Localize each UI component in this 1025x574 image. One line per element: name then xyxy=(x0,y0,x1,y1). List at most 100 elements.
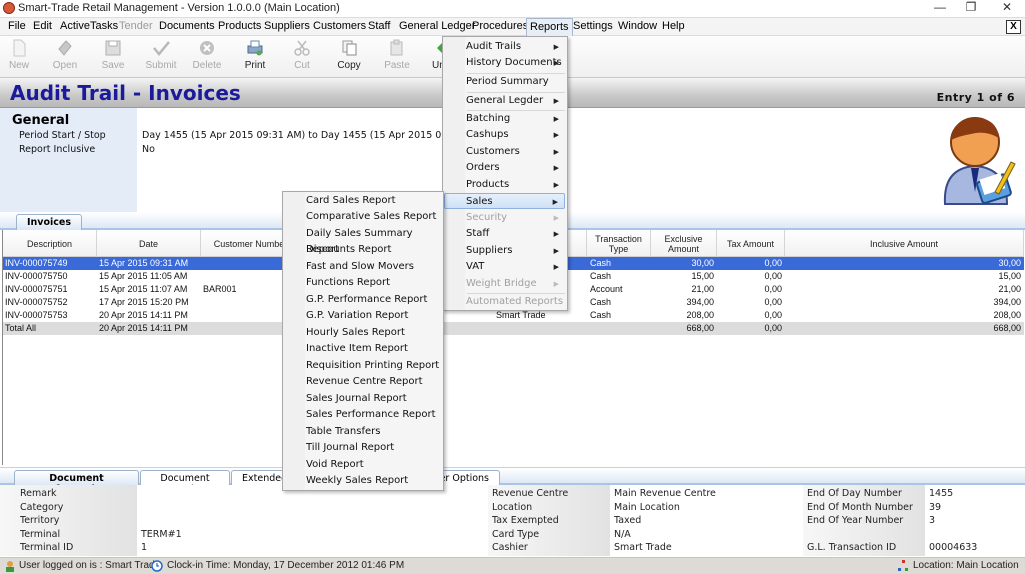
cell-description: INV-000075752 xyxy=(5,297,68,307)
menu-item-general-ledger[interactable]: General Legder ▶ xyxy=(445,93,565,109)
submenu-item-gp-variation-report[interactable]: G.P. Variation Report xyxy=(285,308,441,324)
tab-invoices[interactable]: Invoices xyxy=(16,214,83,230)
menu-item-sales[interactable]: Sales ▶ xyxy=(444,193,565,209)
cell-tax: 0,00 xyxy=(764,310,782,320)
tab-document-totals[interactable]: Document Totals xyxy=(140,470,230,495)
submenu-arrow-icon: ▶ xyxy=(553,97,559,105)
submenu-item-table-transfers[interactable]: Table Transfers xyxy=(285,424,441,440)
menu-suppliers[interactable]: Suppliers xyxy=(264,20,310,32)
menu-procedures[interactable]: Procedures xyxy=(472,20,528,32)
submenu-item-gp-performance-report[interactable]: G.P. Performance Report xyxy=(285,292,441,308)
submenu-arrow-icon: ▶ xyxy=(553,280,559,288)
clockin-time: Clock-in Time: Monday, 17 December 2012 … xyxy=(167,560,405,571)
gl-transaction-label: G.L. Transaction ID xyxy=(807,542,897,553)
total-tax: 0,00 xyxy=(764,323,782,333)
menu-file[interactable]: File xyxy=(8,20,26,32)
cut-label: Cut xyxy=(294,60,310,71)
submenu-item-daily-sales-summary-report[interactable]: Daily Sales Summary Report xyxy=(285,226,441,255)
menu-activetasks[interactable]: ActiveTasks xyxy=(60,20,118,32)
submenu-item-till-journal-report[interactable]: Till Journal Report xyxy=(285,440,441,456)
menu-reports[interactable]: Reports xyxy=(526,18,573,36)
submenu-item-fast-and-slow-movers[interactable]: Fast and Slow Movers xyxy=(285,259,441,275)
menu-item-customers[interactable]: Customers ▶ xyxy=(445,144,565,160)
close-document-button[interactable]: X xyxy=(1006,20,1021,34)
column-header-exclusive-amount[interactable]: Exclusive Amount xyxy=(651,230,717,257)
end-of-day-value: 1455 xyxy=(929,488,954,499)
new-button[interactable]: New xyxy=(0,39,41,77)
save-button[interactable]: Save xyxy=(91,39,135,77)
status-bar: User logged on is : Smart Trade Clock-in… xyxy=(0,557,1025,574)
detail-tabs: Document Information Document Totals Ext… xyxy=(0,467,1025,495)
submenu-arrow-icon: ▶ xyxy=(553,59,559,67)
submenu-item-hourly-sales-report[interactable]: Hourly Sales Report xyxy=(285,325,441,341)
menu-item-suppliers[interactable]: Suppliers ▶ xyxy=(445,243,565,259)
submenu-item-weekly-sales-report[interactable]: Weekly Sales Report xyxy=(285,473,441,489)
menu-item-batching[interactable]: Batching ▶ xyxy=(445,111,565,127)
entry-counter: Entry 1 of 6 xyxy=(936,91,1015,104)
menu-customers[interactable]: Customers xyxy=(313,20,366,32)
restore-button[interactable]: ❐ xyxy=(956,0,986,17)
delete-button[interactable]: Delete xyxy=(185,39,229,77)
submenu-item-requisition-printing-report[interactable]: Requisition Printing Report xyxy=(285,358,441,374)
column-header-transaction-type[interactable]: Transaction Type xyxy=(587,230,651,257)
menu-item-weight-bridge[interactable]: Weight Bridge ▶ xyxy=(445,276,565,292)
checkmark-icon xyxy=(153,41,170,56)
menu-item-cashups[interactable]: Cashups ▶ xyxy=(445,127,565,143)
menu-item-label: Automated Reports xyxy=(466,296,564,307)
submenu-item-sales-journal-report[interactable]: Sales Journal Report xyxy=(285,391,441,407)
submenu-item-card-sales-report[interactable]: Card Sales Report xyxy=(285,193,441,209)
menu-settings[interactable]: Settings xyxy=(573,20,613,32)
cell-date: 15 Apr 2015 11:05 AM xyxy=(99,271,188,281)
submit-button[interactable]: Submit xyxy=(139,39,183,77)
submenu-arrow-icon: ▶ xyxy=(553,131,559,139)
open-label: Open xyxy=(52,60,78,71)
menu-help[interactable]: Help xyxy=(662,20,685,32)
menu-item-orders[interactable]: Orders ▶ xyxy=(445,160,565,176)
paste-button[interactable]: Paste xyxy=(375,39,419,77)
submenu-item-revenue-centre-report[interactable]: Revenue Centre Report xyxy=(285,374,441,390)
menu-item-security[interactable]: Security ▶ xyxy=(445,210,565,226)
minimize-button[interactable]: — xyxy=(925,0,955,17)
menu-edit[interactable]: Edit xyxy=(33,20,52,32)
column-header-date[interactable]: Date xyxy=(97,230,201,257)
open-button[interactable]: Open xyxy=(43,39,87,77)
submenu-item-comparative-sales-report[interactable]: Comparative Sales Report xyxy=(285,209,441,225)
open-icon xyxy=(58,40,72,56)
column-header-description[interactable]: Description xyxy=(3,230,97,257)
remark-label: Remark xyxy=(20,488,57,499)
menu-item-automated-reports[interactable]: Automated Reports xyxy=(445,294,565,310)
menu-item-audit-trails[interactable]: Audit Trails ▶ xyxy=(445,39,565,55)
tab-document-information[interactable]: Document Information xyxy=(14,470,139,495)
cell-exclusive: 15,00 xyxy=(691,271,714,281)
menu-window[interactable]: Window xyxy=(618,20,657,32)
page-title: Audit Trail - Invoices xyxy=(10,81,241,105)
menu-item-label: Cashups xyxy=(466,129,509,140)
menu-tender[interactable]: Tender xyxy=(119,20,153,32)
submenu-item-inactive-item-report[interactable]: Inactive Item Report xyxy=(285,341,441,357)
print-button[interactable]: Print xyxy=(233,39,277,77)
column-header-tax-amount[interactable]: Tax Amount xyxy=(717,230,785,257)
menu-item-history-documents[interactable]: History Documents ▶ xyxy=(445,55,565,71)
close-window-button[interactable]: ✕ xyxy=(992,0,1022,17)
menu-item-vat[interactable]: VAT ▶ xyxy=(445,259,565,275)
copy-button[interactable]: Copy xyxy=(327,39,371,77)
menu-general-ledger[interactable]: General Ledger xyxy=(399,20,475,32)
cut-button[interactable]: Cut xyxy=(280,39,324,77)
submenu-arrow-icon: ▶ xyxy=(553,164,559,172)
menu-item-staff[interactable]: Staff ▶ xyxy=(445,226,565,242)
menu-staff[interactable]: Staff xyxy=(368,20,390,32)
total-row: Total All 20 Apr 2015 14:11 PM 668,00 0,… xyxy=(3,322,1024,335)
submenu-item-discounts-report[interactable]: Discounts Report xyxy=(285,242,441,258)
menu-item-label: Batching xyxy=(466,113,511,124)
menu-products[interactable]: Products xyxy=(218,20,261,32)
menu-item-products[interactable]: Products ▶ xyxy=(445,177,565,193)
submenu-item-void-report[interactable]: Void Report xyxy=(285,457,441,473)
menu-documents[interactable]: Documents xyxy=(159,20,215,32)
submenu-item-functions-report[interactable]: Functions Report xyxy=(285,275,441,291)
menu-item-period-summary[interactable]: Period Summary xyxy=(445,74,565,90)
column-header-inclusive-amount[interactable]: Inclusive Amount xyxy=(785,230,1024,257)
cell-exclusive: 30,00 xyxy=(691,258,714,268)
submenu-item-sales-performance-report[interactable]: Sales Performance Report xyxy=(285,407,441,423)
gl-transaction-value: 00004633 xyxy=(929,542,978,553)
revenue-centre-label: Revenue Centre xyxy=(492,488,569,499)
